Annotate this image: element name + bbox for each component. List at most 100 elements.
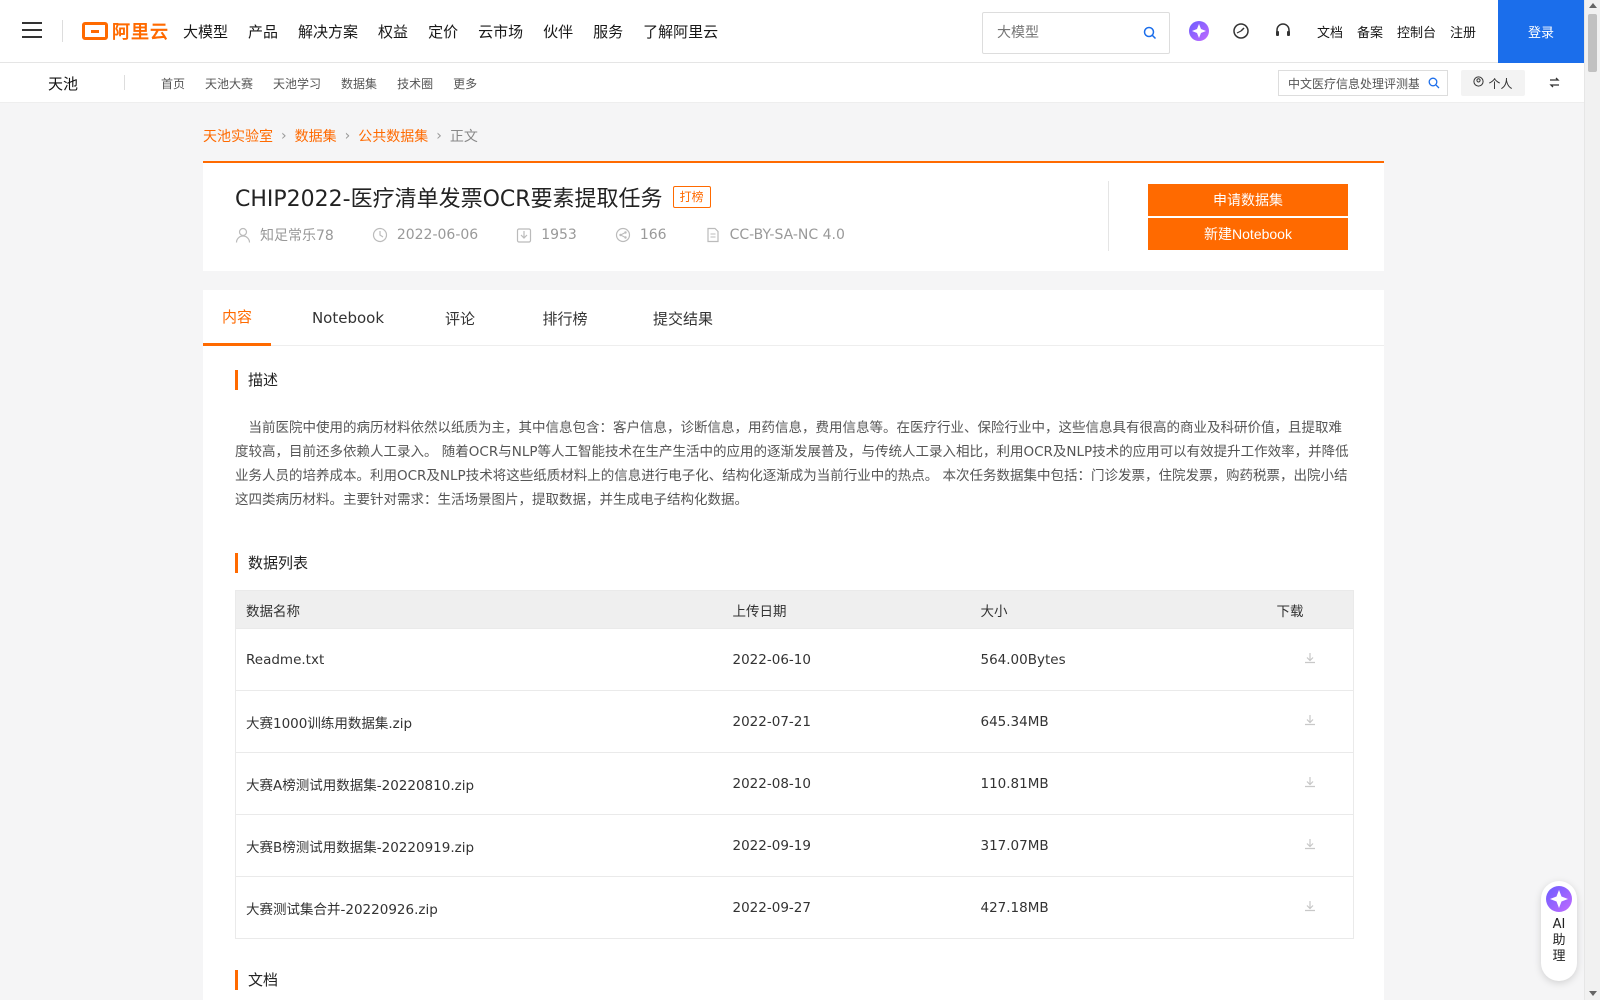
personal-button[interactable]: 个人 xyxy=(1461,70,1525,96)
nav-item-llm[interactable]: 大模型 xyxy=(183,21,228,42)
file-size: 564.00Bytes xyxy=(970,628,1267,691)
switch-icon[interactable] xyxy=(1548,76,1561,93)
scroll-up-arrow-icon[interactable] xyxy=(1589,3,1597,8)
subnav-item-more[interactable]: 更多 xyxy=(453,75,477,92)
top-links: 文档 备案 控制台 注册 xyxy=(1317,0,1490,63)
sub-nav-links: 首页 天池大赛 天池学习 数据集 技术圈 更多 xyxy=(161,63,497,103)
file-name: 大赛A榜测试用数据集-20220810.zip xyxy=(235,752,723,815)
breadcrumb-public-datasets[interactable]: 公共数据集 xyxy=(358,126,428,146)
tab-comments[interactable]: 评论 xyxy=(439,290,481,346)
file-name: 大赛1000训练用数据集.zip xyxy=(235,690,723,753)
new-notebook-button[interactable]: 新建Notebook xyxy=(1148,218,1348,250)
page-scrollbar[interactable] xyxy=(1584,0,1600,1000)
scrollbar-thumb[interactable] xyxy=(1588,14,1597,72)
upload-date: 2022-06-10 xyxy=(722,628,971,691)
section-heading-docs: 文档 xyxy=(235,970,278,990)
leaderboard-badge[interactable]: 打榜 xyxy=(672,186,711,208)
table-row: 大赛测试集合并-20220926.zip 2022-09-27 427.18MB xyxy=(235,876,1354,939)
search-icon[interactable] xyxy=(1143,26,1157,44)
file-name: 大赛B榜测试用数据集-20220919.zip xyxy=(235,814,723,877)
table-row: 大赛B榜测试用数据集-20220919.zip 2022-09-19 317.0… xyxy=(235,814,1354,877)
ai-star-icon[interactable] xyxy=(1188,20,1210,42)
login-button[interactable]: 登录 xyxy=(1498,0,1584,63)
global-search-input[interactable] xyxy=(983,13,1133,53)
download-icon[interactable] xyxy=(1266,752,1354,815)
tianchi-search-input[interactable] xyxy=(1279,71,1419,95)
subnav-item-datasets[interactable]: 数据集 xyxy=(341,75,377,92)
apply-dataset-button[interactable]: 申请数据集 xyxy=(1148,184,1348,216)
ai-star-icon xyxy=(1546,886,1572,912)
author-name[interactable]: 知足常乐78 xyxy=(260,225,334,245)
breadcrumb-datasets[interactable]: 数据集 xyxy=(295,126,337,146)
tab-leaderboard[interactable]: 排行榜 xyxy=(537,290,593,346)
nav-item-about[interactable]: 了解阿里云 xyxy=(643,21,718,42)
download-count: 1953 xyxy=(541,227,577,243)
meta-author: 知足常乐78 xyxy=(235,225,334,245)
nav-item-benefits[interactable]: 权益 xyxy=(378,21,408,42)
download-icon[interactable] xyxy=(1266,814,1354,877)
tab-bar: 内容 Notebook 评论 排行榜 提交结果 xyxy=(203,290,1384,346)
support-headset-icon[interactable] xyxy=(1272,20,1294,42)
section-heading-data-list: 数据列表 xyxy=(235,553,308,573)
nav-item-pricing[interactable]: 定价 xyxy=(428,21,458,42)
table-header-row: 数据名称 上传日期 大小 下载 xyxy=(235,590,1354,629)
divider xyxy=(124,75,125,90)
scroll-down-arrow-icon[interactable] xyxy=(1589,991,1597,996)
personal-label: 个人 xyxy=(1488,76,1513,91)
column-header-name: 数据名称 xyxy=(235,590,723,629)
tianchi-search xyxy=(1278,70,1448,96)
dashboard-icon[interactable] xyxy=(1230,20,1252,42)
tab-submissions[interactable]: 提交结果 xyxy=(647,290,719,346)
nav-item-solutions[interactable]: 解决方案 xyxy=(298,21,358,42)
page-title: CHIP2022-医疗清单发票OCR要素提取任务 xyxy=(235,187,663,212)
nav-item-marketplace[interactable]: 云市场 xyxy=(478,21,523,42)
upload-date: 2022-09-27 xyxy=(722,876,971,939)
logo-text: 阿里云 xyxy=(112,22,169,43)
link-docs[interactable]: 文档 xyxy=(1317,22,1343,41)
tianchi-brand[interactable]: 天池 xyxy=(48,73,78,94)
download-icon[interactable] xyxy=(1266,628,1354,691)
publish-date: 2022-06-06 xyxy=(396,227,479,243)
breadcrumb-current: 正文 xyxy=(449,129,478,145)
global-search xyxy=(982,12,1170,54)
upload-date: 2022-09-19 xyxy=(722,814,971,877)
tab-notebook[interactable]: Notebook xyxy=(308,290,388,346)
tab-content[interactable]: 内容 xyxy=(203,290,271,346)
aliyun-logo[interactable]: 阿里云 xyxy=(82,18,169,44)
subnav-item-learning[interactable]: 天池学习 xyxy=(273,75,321,92)
download-icon[interactable] xyxy=(1266,876,1354,939)
link-register[interactable]: 注册 xyxy=(1450,22,1476,41)
download-icon[interactable] xyxy=(1266,690,1354,753)
top-icons xyxy=(1188,20,1314,42)
user-icon xyxy=(235,227,251,243)
file-name: Readme.txt xyxy=(235,628,723,691)
ai-assistant-button[interactable]: AI助理 xyxy=(1541,881,1577,981)
file-size: 645.34MB xyxy=(970,690,1267,753)
file-size: 427.18MB xyxy=(970,876,1267,939)
upload-date: 2022-07-21 xyxy=(722,690,971,753)
nav-item-products[interactable]: 产品 xyxy=(248,21,278,42)
clock-icon xyxy=(372,227,387,243)
breadcrumb-lab[interactable]: 天池实验室 xyxy=(203,126,273,146)
subnav-item-home[interactable]: 首页 xyxy=(161,75,185,92)
link-console[interactable]: 控制台 xyxy=(1397,22,1436,41)
meta-date: 2022-06-06 xyxy=(372,227,478,243)
meta-downloads: 1953 xyxy=(516,227,577,243)
file-name: 大赛测试集合并-20220926.zip xyxy=(235,876,723,939)
subnav-item-tech-circle[interactable]: 技术圈 xyxy=(397,75,433,92)
subnav-item-competitions[interactable]: 天池大赛 xyxy=(205,75,253,92)
column-header-download: 下载 xyxy=(1266,590,1354,629)
main-nav: 大模型 产品 解决方案 权益 定价 云市场 伙伴 服务 了解阿里云 xyxy=(183,0,738,63)
search-icon[interactable] xyxy=(1428,77,1440,93)
content-card: 内容 Notebook 评论 排行榜 提交结果 描述 当前医院中使用的病历材料依… xyxy=(203,290,1384,1000)
file-size: 317.07MB xyxy=(970,814,1267,877)
link-filing[interactable]: 备案 xyxy=(1357,22,1383,41)
divider xyxy=(1108,181,1109,251)
ai-assistant-label: AI助理 xyxy=(1552,917,1566,964)
nav-item-partners[interactable]: 伙伴 xyxy=(543,21,573,42)
menu-icon[interactable] xyxy=(22,22,42,40)
divider xyxy=(62,20,63,42)
aliyun-logo-icon xyxy=(82,22,108,40)
nav-item-services[interactable]: 服务 xyxy=(593,21,623,42)
user-circle-icon xyxy=(1473,76,1485,90)
